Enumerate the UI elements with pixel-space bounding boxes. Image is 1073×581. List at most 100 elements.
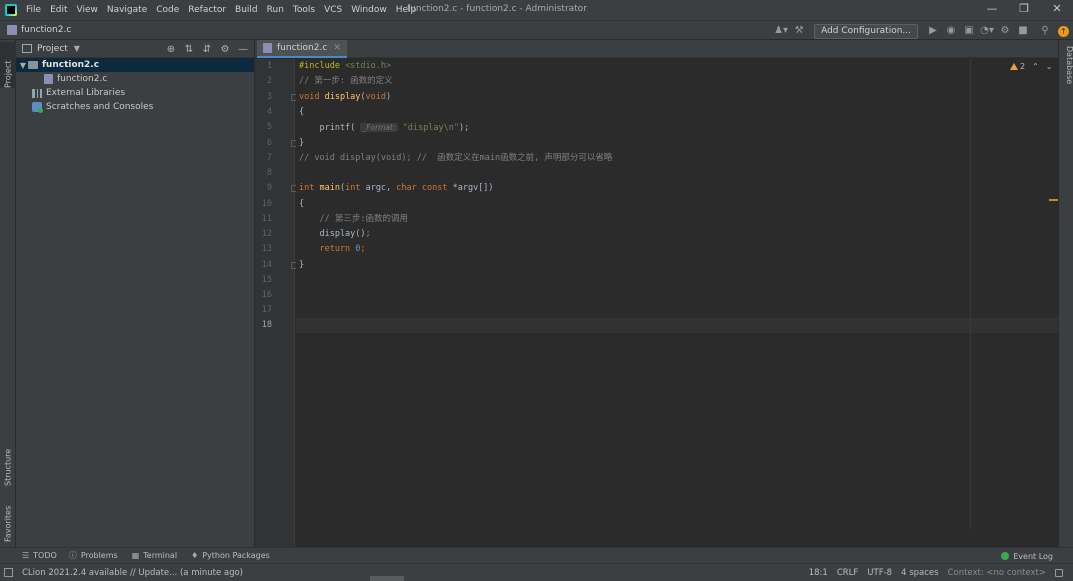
minimize-icon[interactable]: — xyxy=(985,2,999,16)
update-notification-icon[interactable]: ↑ xyxy=(1058,25,1069,37)
lock-icon[interactable] xyxy=(1055,569,1063,577)
punct-token: ); xyxy=(458,123,470,133)
tree-item-project-folder[interactable]: ▼ function2.c xyxy=(16,58,254,72)
line-number: 8 xyxy=(266,168,272,178)
line-number-current: 18 xyxy=(261,320,272,330)
profile-icon[interactable]: ◔▾ xyxy=(978,22,996,40)
stop-icon[interactable]: ■ xyxy=(1014,22,1032,40)
chevron-up-icon[interactable]: ⌃ xyxy=(1032,62,1039,71)
gear-icon[interactable]: ⚙ xyxy=(216,44,234,55)
line-number-gutter[interactable]: 1 2 3 4 5 6 7 8 9 10 11 12 13 14 15 16 1… xyxy=(255,59,297,547)
collapse-all-icon[interactable]: ⇵ xyxy=(198,44,216,55)
line-number: 16 xyxy=(261,290,272,300)
todo-tool-button[interactable]: ☰ TODO xyxy=(22,551,57,560)
menu-bar: File Edit View Navigate Code Refactor Bu… xyxy=(0,0,1073,20)
line-number: 13 xyxy=(261,244,272,254)
menu-edit[interactable]: Edit xyxy=(47,5,73,15)
editor-tab-bar: function2.c ✕ xyxy=(255,40,1058,58)
event-log-button[interactable]: Event Log xyxy=(1001,548,1053,564)
search-icon[interactable]: ⚲ xyxy=(1036,22,1054,40)
status-message[interactable]: CLion 2021.2.4 available // Update... (a… xyxy=(22,568,243,578)
keyword-token: void xyxy=(365,92,387,102)
python-packages-tool-button[interactable]: ♦ Python Packages xyxy=(191,551,270,560)
editor-tab-function2[interactable]: function2.c ✕ xyxy=(257,40,347,58)
tree-item-external-libraries[interactable]: External Libraries xyxy=(16,86,254,100)
chevron-down-icon[interactable]: ⌄ xyxy=(1046,62,1053,71)
user-icon[interactable]: ♟▾ xyxy=(772,22,790,40)
breadcrumb-file[interactable]: function2.c xyxy=(21,25,71,35)
file-encoding[interactable]: UTF-8 xyxy=(867,568,892,578)
problems-label: Problems xyxy=(80,551,118,560)
horizontal-scrollbar[interactable] xyxy=(370,576,404,581)
function-name-token: main xyxy=(319,183,340,193)
structure-tool-tab[interactable]: Structure xyxy=(0,434,16,486)
project-tool-tab[interactable]: Project xyxy=(0,42,16,88)
project-view-selector[interactable]: Project xyxy=(37,44,68,54)
parameter-hint: _Format: xyxy=(360,123,398,132)
code-line-9: int main(int argc, char const *argv[]) xyxy=(299,181,494,196)
restore-icon[interactable]: ❐ xyxy=(1017,2,1031,16)
database-tool-tab[interactable]: Database xyxy=(1059,46,1073,84)
line-number: 4 xyxy=(266,107,272,117)
problems-tool-button[interactable]: ⓘ Problems xyxy=(69,550,118,561)
tree-item-label: function2.c xyxy=(57,74,108,84)
attach-icon[interactable]: ⚙ xyxy=(996,22,1014,40)
directive-token: #include xyxy=(299,61,346,71)
run-icon[interactable]: ▶ xyxy=(924,22,942,40)
debug-icon[interactable]: ◉ xyxy=(942,22,960,40)
locate-file-icon[interactable]: ⊕ xyxy=(162,44,180,55)
code-editor[interactable]: #include <stdio.h> // 第一步: 函数的定义 void di… xyxy=(296,59,1058,547)
line-number: 14 xyxy=(261,260,272,270)
menu-view[interactable]: View xyxy=(74,5,104,15)
line-number: 1 xyxy=(266,61,272,71)
menu-navigate[interactable]: Navigate xyxy=(104,5,153,15)
code-line-11: // 第三步:函数的调用 xyxy=(299,214,408,224)
close-icon[interactable]: ✕ xyxy=(1050,2,1064,16)
line-number: 11 xyxy=(261,214,272,224)
add-configuration-button[interactable]: Add Configuration... xyxy=(814,23,918,39)
tree-item-scratches[interactable]: Scratches and Consoles xyxy=(16,100,254,114)
build-hammer-icon[interactable]: ⚒ xyxy=(790,22,808,40)
editor-tab-label: function2.c xyxy=(277,43,328,53)
list-icon: ☰ xyxy=(22,551,30,560)
scrollbar-warning-marker[interactable] xyxy=(1049,199,1058,201)
code-line-4: { xyxy=(299,107,305,117)
line-number: 2 xyxy=(266,76,272,86)
event-log-label: Event Log xyxy=(1013,551,1053,561)
menu-code[interactable]: Code xyxy=(153,5,185,15)
project-panel-header: Project ▼ ⊕ ⇅ ⇵ ⚙ — xyxy=(16,40,254,58)
line-number: 7 xyxy=(266,153,272,163)
line-number: 15 xyxy=(261,275,272,285)
menu-vcs[interactable]: VCS xyxy=(321,5,348,15)
inspection-widget[interactable]: 2 ⌃ ⌄ xyxy=(1010,62,1053,71)
line-number: 12 xyxy=(261,229,272,239)
terminal-tool-button[interactable]: ▦ Terminal xyxy=(132,551,177,560)
scratches-icon xyxy=(32,102,43,113)
status-widgets: 18:1 CRLF UTF-8 4 spaces Context: <no co… xyxy=(800,564,1063,581)
menu-window[interactable]: Window xyxy=(348,5,393,15)
tree-item-file[interactable]: function2.c xyxy=(16,72,254,86)
menu-file[interactable]: File xyxy=(23,5,47,15)
code-line-13: return 0; xyxy=(299,242,365,257)
toggle-tool-windows-icon[interactable] xyxy=(4,568,13,577)
chevron-down-icon[interactable]: ▼ xyxy=(74,44,80,53)
favorites-tool-tab[interactable]: Favorites xyxy=(0,492,16,542)
hide-panel-icon[interactable]: — xyxy=(234,44,252,55)
caret-position[interactable]: 18:1 xyxy=(809,568,828,578)
status-message-area[interactable]: CLion 2021.2.4 available // Update... (a… xyxy=(4,568,243,578)
expand-all-icon[interactable]: ⇅ xyxy=(180,44,198,55)
expand-arrow-icon[interactable]: ▼ xyxy=(18,61,28,70)
line-separator[interactable]: CRLF xyxy=(837,568,858,578)
left-tool-strip: Project Structure Favorites xyxy=(0,40,16,547)
indent-setting[interactable]: 4 spaces xyxy=(901,568,938,578)
keyword-token: void xyxy=(299,92,325,102)
coverage-icon[interactable]: ▣ xyxy=(960,22,978,40)
menu-refactor[interactable]: Refactor xyxy=(185,5,232,15)
keyword-token: int xyxy=(345,183,366,193)
menu-run[interactable]: Run xyxy=(264,5,290,15)
context-selector[interactable]: Context: <no context> xyxy=(948,568,1046,578)
call-token: display() xyxy=(299,229,366,239)
close-tab-icon[interactable]: ✕ xyxy=(333,43,341,53)
menu-tools[interactable]: Tools xyxy=(290,5,321,15)
menu-build[interactable]: Build xyxy=(232,5,264,15)
